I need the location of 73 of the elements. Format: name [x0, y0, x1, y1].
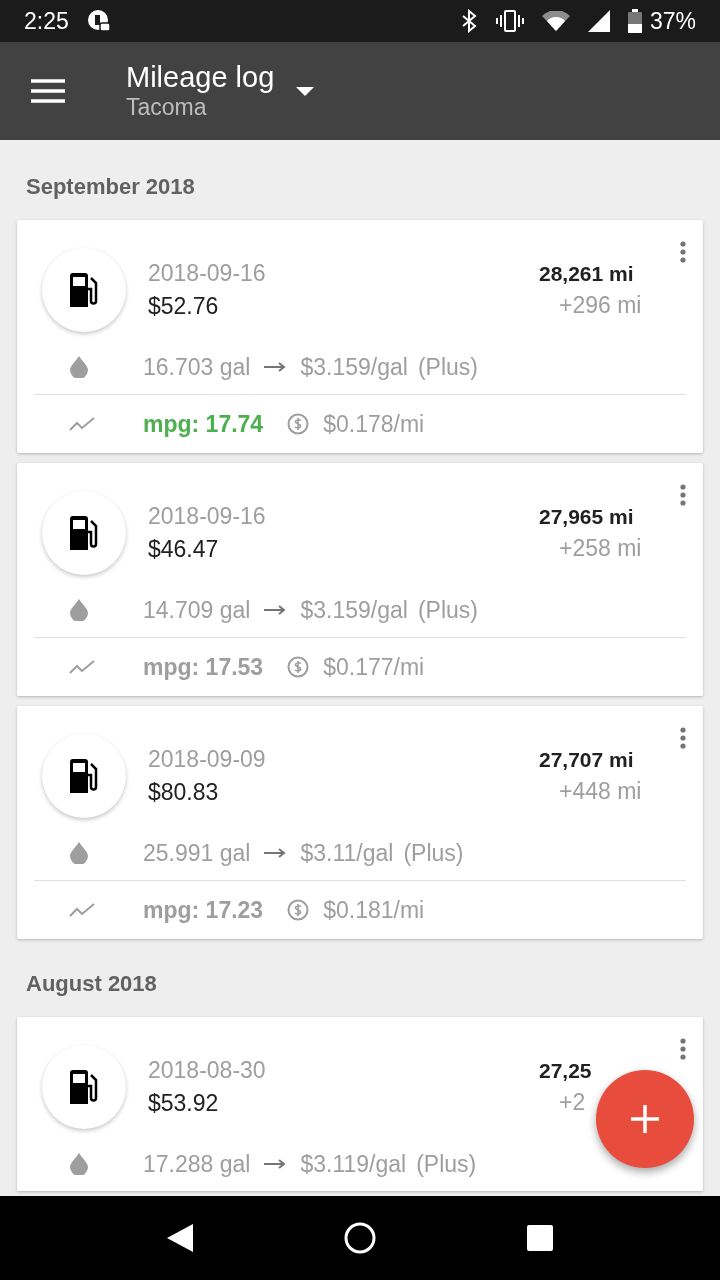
- month-header: September 2018: [25, 173, 196, 201]
- distance-delta: +2: [559, 1088, 586, 1116]
- fuel-volume: 17.288 gal: [143, 1150, 251, 1178]
- drop-icon: [69, 599, 89, 621]
- drop-icon: [69, 356, 89, 378]
- distance-delta: +448 mi: [559, 777, 642, 805]
- trend-icon: [69, 660, 95, 674]
- mpg-value: mpg: 17.74: [143, 410, 264, 438]
- fuel-grade: (Plus): [417, 353, 478, 381]
- signal-icon: [587, 10, 610, 32]
- entry-cost: $52.76: [148, 293, 220, 320]
- price-per-gallon: $3.159/gal: [300, 353, 408, 381]
- arrow-icon: [264, 848, 287, 858]
- drop-icon: [69, 842, 89, 864]
- status-time: 2:25: [24, 7, 69, 35]
- arrow-icon: [264, 1159, 287, 1169]
- entry-cost: $46.47: [148, 536, 220, 563]
- dropdown-caret-icon[interactable]: [296, 86, 315, 96]
- more-icon[interactable]: [677, 1037, 689, 1061]
- plus-icon: [631, 1105, 659, 1133]
- price-per-gallon: $3.159/gal: [300, 596, 408, 624]
- entry-date: 2018-08-30: [148, 1057, 267, 1084]
- mpg-value: mpg: 17.53: [143, 653, 264, 681]
- fuel-pump-icon: [68, 516, 100, 550]
- price-per-gallon: $3.11/gal: [300, 839, 394, 867]
- vibrate-icon: [495, 10, 524, 32]
- fuel-grade: (Plus): [403, 839, 464, 867]
- arrow-icon: [264, 362, 287, 372]
- price-per-gallon: $3.119/gal: [300, 1150, 407, 1178]
- cost-per-mile: $0.177/mi: [323, 653, 425, 681]
- entry-card[interactable]: 2018-09-16 $52.76 28,261 mi +296 mi 16.703 gal $3.159/gal (Plus) mpg: 17.74 $0.178/mi: [17, 220, 703, 453]
- vehicle-name: Tacoma: [126, 94, 208, 121]
- entry-card[interactable]: 2018-08-30 $53.92 27,25 +2 17.288 gal $3.119/gal (Plus): [17, 1017, 703, 1191]
- entry-date: 2018-09-16: [148, 260, 267, 287]
- month-header: August 2018: [25, 970, 158, 998]
- entry-date: 2018-09-16: [148, 503, 267, 530]
- fuel-pump-icon: [68, 759, 100, 793]
- fuel-volume: 14.709 gal: [143, 596, 251, 624]
- fuel-pump-icon: [68, 273, 100, 307]
- distance-delta: +296 mi: [559, 291, 642, 319]
- wifi-icon: [541, 11, 570, 31]
- dollar-coin-icon: [287, 899, 310, 921]
- distance-delta: +258 mi: [559, 534, 642, 562]
- notification-icon: [86, 9, 111, 33]
- entry-date: 2018-09-09: [148, 746, 267, 773]
- trend-icon: [69, 417, 95, 431]
- dollar-coin-icon: [287, 656, 310, 678]
- dollar-coin-icon: [287, 413, 310, 435]
- arrow-icon: [264, 605, 287, 615]
- odometer-reading: 28,261 mi: [539, 261, 634, 286]
- odometer-reading: 27,707 mi: [539, 747, 634, 772]
- drop-icon: [69, 1153, 89, 1175]
- entry-card[interactable]: 2018-09-09 $80.83 27,707 mi +448 mi 25.991 gal $3.11/gal (Plus) mpg: 17.23 $0.181/mi: [17, 706, 703, 939]
- cost-per-mile: $0.178/mi: [323, 410, 425, 438]
- fuel-grade: (Plus): [416, 1150, 477, 1178]
- cost-per-mile: $0.181/mi: [323, 896, 425, 924]
- mpg-value: mpg: 17.23: [143, 896, 264, 924]
- fuel-volume: 16.703 gal: [143, 353, 251, 381]
- entry-cost: $53.92: [148, 1090, 220, 1117]
- fuel-volume: 25.991 gal: [143, 839, 251, 867]
- more-icon[interactable]: [677, 240, 689, 264]
- fuel-pump-icon: [68, 1070, 100, 1104]
- battery-icon: [627, 9, 642, 33]
- entry-card[interactable]: 2018-09-16 $46.47 27,965 mi +258 mi 14.709 gal $3.159/gal (Plus) mpg: 17.53 $0.177/mi: [17, 463, 703, 696]
- battery-percent: 37%: [649, 7, 696, 35]
- trend-icon: [69, 903, 95, 917]
- odometer-reading: 27,965 mi: [539, 504, 634, 529]
- more-icon[interactable]: [677, 483, 689, 507]
- fuel-grade: (Plus): [417, 596, 478, 624]
- odometer-reading: 27,25: [539, 1058, 592, 1083]
- app-title: Mileage log: [126, 61, 275, 94]
- more-icon[interactable]: [677, 726, 689, 750]
- entry-cost: $80.83: [148, 779, 220, 806]
